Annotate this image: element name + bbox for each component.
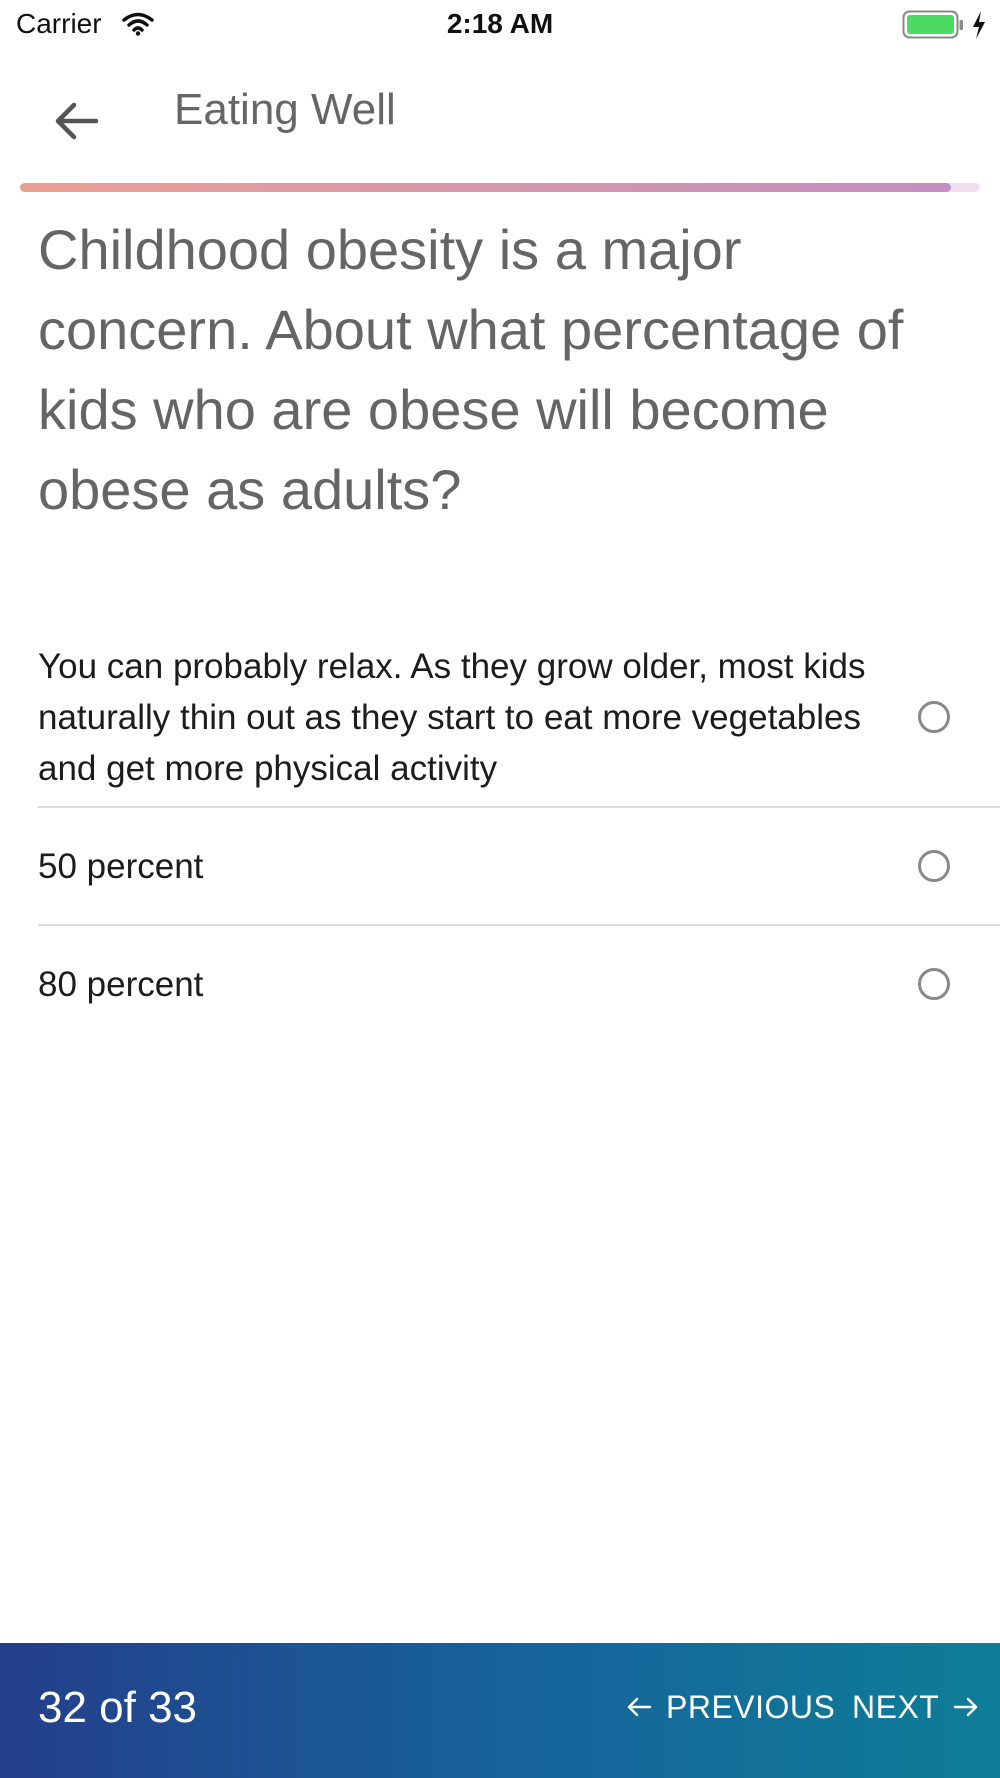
radio-button[interactable] [918,701,950,733]
answer-option-label: 80 percent [38,964,204,1004]
previous-label: PREVIOUS [666,1689,836,1725]
page-title: Eating Well [174,85,396,134]
battery-icon [902,10,964,45]
answer-option[interactable]: 80 percent [38,926,1000,1042]
answer-option-label: 50 percent [38,846,204,886]
question-counter: 32 of 33 [38,1683,198,1732]
answer-options: You can probably relax. As they grow old… [38,622,1000,1042]
arrow-left-icon[interactable] [52,96,102,146]
arrow-left-icon [626,1689,652,1726]
charging-bolt-icon [970,10,988,45]
question-text: Childhood obesity is a major concern. Ab… [38,218,904,521]
previous-button[interactable]: PREVIOUS [626,1689,835,1726]
next-button[interactable]: NEXT [852,1689,979,1726]
answer-option-label: You can probably relax. As they grow old… [38,646,866,788]
status-bar: Carrier 2:18 AM [0,0,1000,50]
nav-header: Eating Well [0,60,1000,170]
answer-option[interactable]: 50 percent [38,808,1000,926]
clock: 2:18 AM [446,8,554,39]
progress-fill [20,183,952,192]
answer-option[interactable]: You can probably relax. As they grow old… [38,622,1000,808]
next-label: NEXT [852,1689,940,1725]
radio-button[interactable] [918,850,950,882]
radio-button[interactable] [918,968,950,1000]
progress-bar [20,183,980,192]
footer-bar: 32 of 33 PREVIOUS NEXT [0,1643,1000,1778]
arrow-right-icon [953,1689,979,1726]
